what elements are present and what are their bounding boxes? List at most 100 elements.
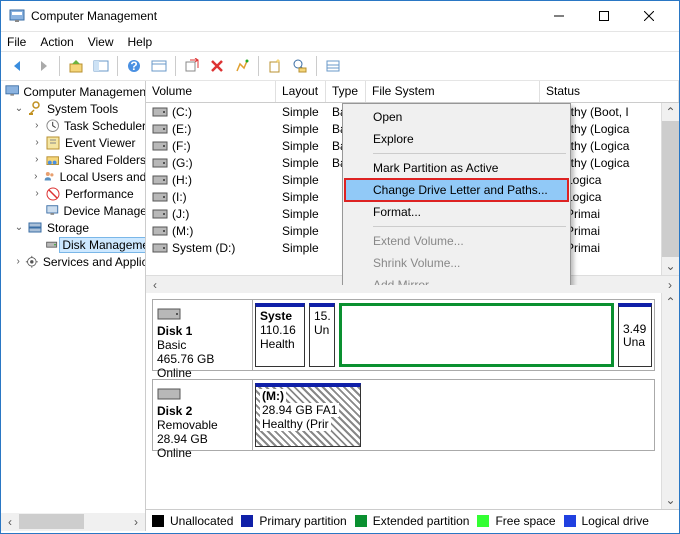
- volume-name: (E:): [172, 122, 191, 136]
- disk-icon: [45, 237, 58, 253]
- delete-button[interactable]: [206, 55, 228, 77]
- disk-icon: [157, 386, 181, 402]
- close-button[interactable]: [626, 2, 671, 30]
- col-type[interactable]: Type: [326, 81, 366, 102]
- users-icon: [43, 169, 56, 185]
- volume-name: (H:): [172, 173, 192, 187]
- refresh-button[interactable]: [181, 55, 203, 77]
- drive-icon: [152, 207, 168, 221]
- volume-layout: Simple: [276, 137, 326, 154]
- maximize-button[interactable]: [581, 2, 626, 30]
- properties-button[interactable]: [148, 55, 170, 77]
- legend: Unallocated Primary partition Extended p…: [146, 509, 679, 531]
- expand-icon[interactable]: ›: [13, 256, 23, 267]
- tools-icon: [27, 101, 43, 117]
- tree-performance[interactable]: ›Performance: [3, 185, 145, 202]
- back-button[interactable]: [7, 55, 29, 77]
- volume-list-header: Volume Layout Type File System Status: [146, 81, 679, 103]
- col-fs[interactable]: File System: [366, 81, 540, 102]
- show-hide-tree-button[interactable]: [90, 55, 112, 77]
- partition[interactable]: 15.Un: [309, 303, 335, 367]
- menu-item: Add Mirror...: [345, 274, 568, 285]
- disk-icon: [157, 306, 181, 322]
- event-icon: [45, 135, 61, 151]
- disk-graphical-panel: Disk 1 Basic 465.76 GB Online Syste110.1…: [146, 293, 661, 509]
- volume-layout: Simple: [276, 205, 326, 222]
- volume-layout: Simple: [276, 171, 326, 188]
- partition-m[interactable]: (M:)28.94 GB FA1Healthy (Prir: [255, 383, 361, 447]
- volume-layout: Simple: [276, 103, 326, 120]
- expand-icon[interactable]: ›: [31, 137, 43, 148]
- tree-disk-management[interactable]: Disk Management: [3, 236, 145, 253]
- toolbar: ?: [1, 51, 679, 81]
- volume-layout: Simple: [276, 154, 326, 171]
- menu-item[interactable]: Explore: [345, 128, 568, 150]
- drive-icon: [152, 105, 168, 119]
- menu-help[interactable]: Help: [128, 35, 153, 49]
- context-menu: OpenExplore Mark Partition as ActiveChang…: [342, 103, 571, 285]
- disk-vscroll[interactable]: ⌃⌄: [661, 293, 679, 509]
- menu-item[interactable]: Mark Partition as Active: [345, 157, 568, 179]
- menu-view[interactable]: View: [88, 35, 114, 49]
- performance-icon: [45, 186, 61, 202]
- storage-icon: [27, 220, 43, 236]
- list-vscroll[interactable]: ⌃⌄: [661, 103, 679, 275]
- drive-icon: [152, 122, 168, 136]
- partition[interactable]: Syste110.16Health: [255, 303, 305, 367]
- menu-item: Shrink Volume...: [345, 252, 568, 274]
- expand-icon[interactable]: ›: [31, 188, 43, 199]
- col-volume[interactable]: Volume: [146, 81, 276, 102]
- menu-item[interactable]: Open: [345, 106, 568, 128]
- drive-icon: [152, 173, 168, 187]
- col-layout[interactable]: Layout: [276, 81, 326, 102]
- minimize-button[interactable]: [536, 2, 581, 30]
- tree-root[interactable]: Computer Management (: [3, 83, 145, 100]
- forward-button[interactable]: [32, 55, 54, 77]
- shared-folder-icon: [45, 152, 60, 168]
- new-button[interactable]: [264, 55, 286, 77]
- expand-icon[interactable]: ›: [31, 154, 43, 165]
- menu-file[interactable]: File: [7, 35, 26, 49]
- extended-partition[interactable]: [339, 303, 614, 367]
- collapse-icon[interactable]: ⌄: [13, 103, 25, 114]
- legend-logical: Logical drive: [564, 514, 649, 528]
- volume-name: (G:): [172, 156, 193, 170]
- sidebar-hscroll[interactable]: ‹›: [1, 513, 145, 531]
- tree-services[interactable]: ›Services and Applicati: [3, 253, 145, 270]
- volume-name: (J:): [172, 207, 189, 221]
- up-button[interactable]: [65, 55, 87, 77]
- volume-layout: Simple: [276, 120, 326, 137]
- drive-icon: [152, 190, 168, 204]
- tree-task-scheduler[interactable]: ›Task Scheduler: [3, 117, 145, 134]
- list-button[interactable]: [322, 55, 344, 77]
- expand-icon[interactable]: ›: [31, 171, 41, 182]
- svg-text:?: ?: [130, 59, 137, 73]
- find-button[interactable]: [289, 55, 311, 77]
- content: Volume Layout Type File System Status (C…: [146, 81, 679, 531]
- tree-local-users[interactable]: ›Local Users and Gr: [3, 168, 145, 185]
- col-status[interactable]: Status: [540, 81, 679, 102]
- tree-storage[interactable]: ⌄Storage: [3, 219, 145, 236]
- expand-icon[interactable]: ›: [31, 120, 43, 131]
- tree-systools[interactable]: ⌄ System Tools: [3, 100, 145, 117]
- collapse-icon[interactable]: ⌄: [13, 222, 25, 233]
- tree-shared-folders[interactable]: ›Shared Folders: [3, 151, 145, 168]
- disk-row-1[interactable]: Disk 1 Basic 465.76 GB Online Syste110.1…: [152, 299, 655, 371]
- volume-list[interactable]: (C:)SimpleBasicNTFSHealthy (Boot, I(E:)S…: [146, 103, 661, 285]
- volume-name: (C:): [172, 105, 192, 119]
- menu-item[interactable]: Change Drive Letter and Paths...: [345, 179, 568, 201]
- help-button[interactable]: ?: [123, 55, 145, 77]
- disk-row-2[interactable]: Disk 2 Removable 28.94 GB Online (M:)28.…: [152, 379, 655, 451]
- tree-event-viewer[interactable]: ›Event Viewer: [3, 134, 145, 151]
- legend-free: Free space: [477, 514, 555, 528]
- menu-item[interactable]: Format...: [345, 201, 568, 223]
- device-icon: [45, 203, 60, 219]
- menu-action[interactable]: Action: [40, 35, 73, 49]
- tree: Computer Management ( ⌄ System Tools ›Ta…: [1, 81, 145, 513]
- disk1-header: Disk 1 Basic 465.76 GB Online: [153, 300, 253, 370]
- volume-name: (F:): [172, 139, 191, 153]
- tree-device-manager[interactable]: Device Manager: [3, 202, 145, 219]
- partition[interactable]: 3.49Una: [618, 303, 652, 367]
- volume-name: System (D:): [172, 241, 235, 255]
- action-button[interactable]: [231, 55, 253, 77]
